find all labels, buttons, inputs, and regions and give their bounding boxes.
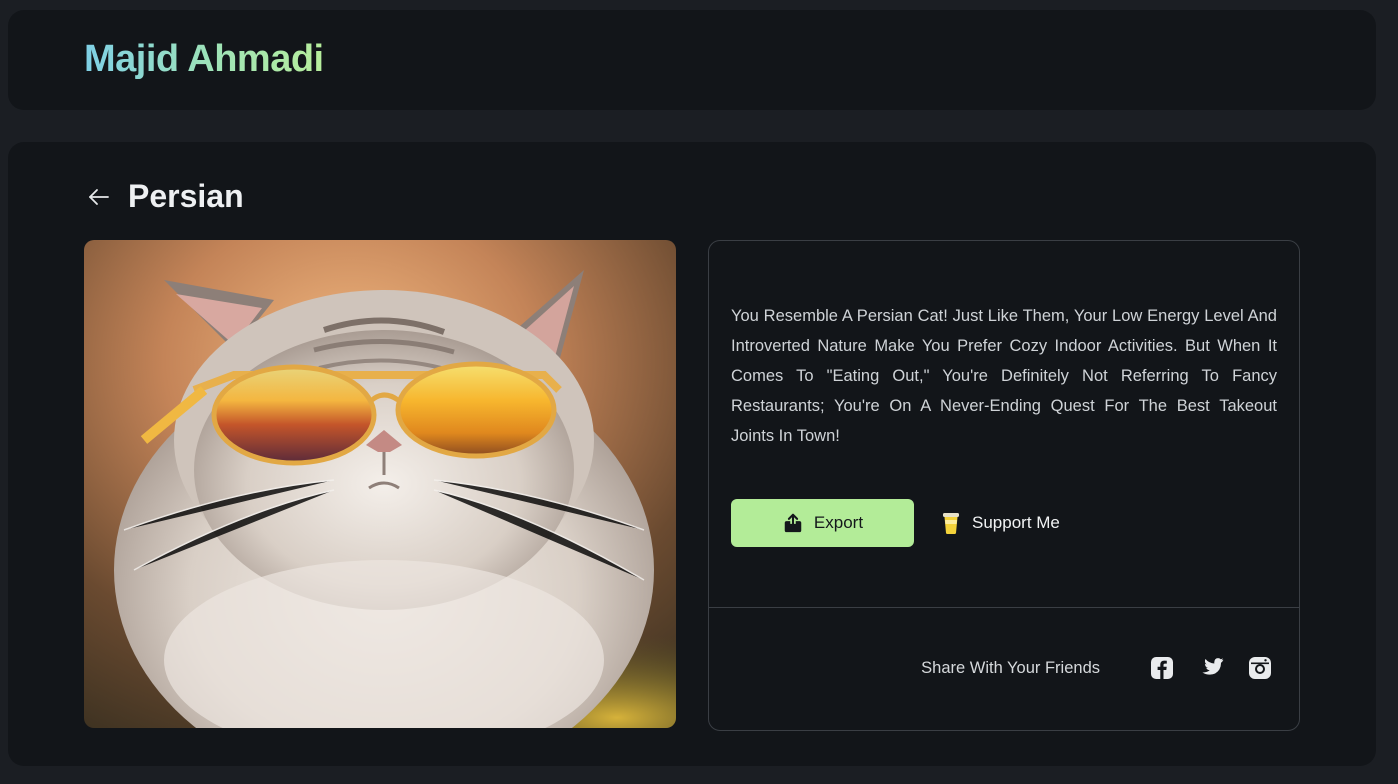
result-description: You Resemble A Persian Cat! Just Like Th… [731,307,1277,445]
twitter-share-button[interactable] [1198,655,1224,681]
result-image [84,240,676,728]
site-header: Majid Ahmadi [8,10,1376,110]
share-label: Share With Your Friends [921,658,1100,677]
card-divider [709,607,1299,608]
result-panel: Persian You Resemble A Persian Cat! Just… [8,142,1376,766]
result-card: You Resemble A Persian Cat! Just Like Th… [708,240,1300,731]
brand-logo-text[interactable]: Majid Ahmadi [84,38,324,81]
coffee-cup-icon [942,511,960,535]
support-label: Support Me [972,513,1060,532]
page-title: Persian [128,178,244,214]
title-row: Persian [84,178,244,215]
upload-icon [782,512,804,534]
support-me-link[interactable]: Support Me [942,511,1060,535]
share-row: Share With Your Friends [921,655,1273,681]
export-button[interactable]: Export [731,499,914,547]
twitter-icon [1202,658,1224,675]
instagram-icon [1249,657,1271,679]
facebook-share-button[interactable] [1149,655,1175,681]
back-button[interactable] [84,182,114,212]
facebook-icon [1151,657,1173,679]
instagram-share-button[interactable] [1247,655,1273,681]
action-row: Export Support Me [731,499,1060,547]
back-arrow-icon [89,188,109,205]
export-label: Export [813,513,864,532]
persian-cat-sunglasses-illustration [84,240,676,728]
